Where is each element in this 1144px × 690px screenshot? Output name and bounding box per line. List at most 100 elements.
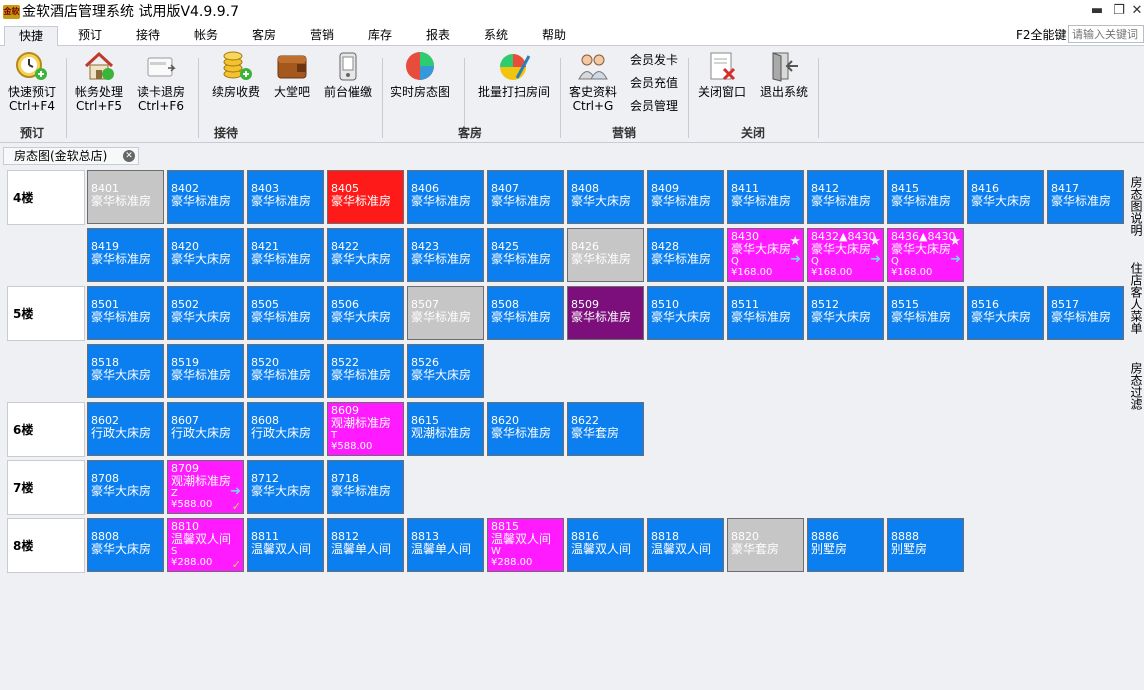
room-card[interactable]: 8811 温馨双人间 <box>247 518 324 572</box>
room-card[interactable]: 8609 观潮标准房 T ¥588.00 <box>327 402 404 456</box>
room-card[interactable]: 8420 豪华大床房 <box>167 228 244 282</box>
member-recharge-button[interactable]: 会员充值 <box>630 75 678 91</box>
room-card[interactable]: 8816 温馨双人间 <box>567 518 644 572</box>
room-card[interactable]: 8622 豪华套房 <box>567 402 644 456</box>
account-processing-button[interactable]: 帐务处理 Ctrl+F5 <box>70 50 128 113</box>
side-tab-guest-menu[interactable]: 住店客人菜单 <box>1128 262 1144 334</box>
live-room-map-button[interactable]: 实时房态图 <box>386 50 454 99</box>
tab-accounts[interactable]: 帐务 <box>180 26 232 46</box>
room-map-tab[interactable]: 房态图(金软总店) <box>3 147 139 165</box>
room-card[interactable]: 8506 豪华大床房 <box>327 286 404 340</box>
tab-reports[interactable]: 报表 <box>412 26 464 46</box>
tab-inventory[interactable]: 库存 <box>354 26 406 46</box>
room-card[interactable]: 8407 豪华标准房 <box>487 170 564 224</box>
member-manage-button[interactable]: 会员管理 <box>630 98 678 114</box>
side-tab-filter[interactable]: 房态过滤 <box>1128 362 1144 410</box>
room-card[interactable]: 8510 豪华大床房 <box>647 286 724 340</box>
room-card[interactable]: 8812 温馨单人间 <box>327 518 404 572</box>
room-card[interactable]: 8511 豪华标准房 <box>727 286 804 340</box>
room-card[interactable]: 8712 豪华大床房 <box>247 460 324 514</box>
room-card[interactable]: 8818 温馨双人间 <box>647 518 724 572</box>
room-card[interactable]: 8516 豪华大床房 <box>967 286 1044 340</box>
close-panel-button[interactable]: 关闭窗口 <box>694 50 750 99</box>
room-card[interactable]: 8421 豪华标准房 <box>247 228 324 282</box>
quick-booking-button[interactable]: 快速预订 Ctrl+F4 <box>4 50 60 113</box>
room-card[interactable]: 8409 豪华标准房 <box>647 170 724 224</box>
room-card[interactable]: 8522 豪华标准房 <box>327 344 404 398</box>
room-card[interactable]: 8411 豪华标准房 <box>727 170 804 224</box>
tab-marketing[interactable]: 营销 <box>296 26 348 46</box>
room-card[interactable]: 8708 豪华大床房 <box>87 460 164 514</box>
tab-system[interactable]: 系统 <box>470 26 522 46</box>
room-card[interactable]: 8519 豪华标准房 <box>167 344 244 398</box>
room-card[interactable]: 8403 豪华标准房 <box>247 170 324 224</box>
tab-booking[interactable]: 预订 <box>64 26 116 46</box>
member-card-button[interactable]: 会员发卡 <box>630 52 678 68</box>
room-card[interactable]: 8808 豪华大床房 <box>87 518 164 572</box>
front-desk-collect-button[interactable]: 前台催缴 <box>320 50 376 99</box>
room-card[interactable]: 8426 豪华标准房 <box>567 228 644 282</box>
room-card[interactable]: 8509 豪华标准房 <box>567 286 644 340</box>
room-card[interactable]: 8512 豪华大床房 <box>807 286 884 340</box>
room-card[interactable]: 8888 别墅房 <box>887 518 964 572</box>
room-card[interactable]: 8810 温馨双人间 S ¥288.00 ✓ <box>167 518 244 572</box>
room-type: 豪华大床房 <box>331 252 392 266</box>
room-card[interactable]: 8423 豪华标准房 <box>407 228 484 282</box>
room-card[interactable]: 8430 豪华大床房 Q ¥168.00 ★ ➜ <box>727 228 804 282</box>
room-card[interactable]: 8412 豪华标准房 <box>807 170 884 224</box>
floor-label: 7楼 <box>7 460 85 515</box>
room-card[interactable]: 8415 豪华标准房 <box>887 170 964 224</box>
room-card[interactable]: 8886 别墅房 <box>807 518 884 572</box>
card-checkout-button[interactable]: 读卡退房 Ctrl+F6 <box>132 50 190 113</box>
restore-button[interactable]: ❐ <box>1110 3 1128 19</box>
room-card[interactable]: 8406 豪华标准房 <box>407 170 484 224</box>
room-card[interactable]: 8608 行政大床房 <box>247 402 324 456</box>
search-input[interactable] <box>1068 25 1144 43</box>
side-tab-legend[interactable]: 房态图说明 <box>1128 176 1144 236</box>
tab-rooms[interactable]: 客房 <box>238 26 290 46</box>
room-card[interactable]: 8417 豪华标准房 <box>1047 170 1124 224</box>
room-card[interactable]: 8508 豪华标准房 <box>487 286 564 340</box>
room-card[interactable]: 8425 豪华标准房 <box>487 228 564 282</box>
room-card[interactable]: 8515 豪华标准房 <box>887 286 964 340</box>
room-card[interactable]: 8432▲8430 豪华大床房 Q ¥168.00 ★ ➜ <box>807 228 884 282</box>
room-card[interactable]: 8401 豪华标准房 <box>87 170 164 224</box>
room-card[interactable]: 8428 豪华标准房 <box>647 228 724 282</box>
room-card[interactable]: 8505 豪华标准房 <box>247 286 324 340</box>
room-card[interactable]: 8607 行政大床房 <box>167 402 244 456</box>
room-card[interactable]: 8501 豪华标准房 <box>87 286 164 340</box>
room-card[interactable]: 8709 观潮标准房 Z ¥588.00 ➜ ✓ <box>167 460 244 514</box>
room-card[interactable]: 8813 温馨单人间 <box>407 518 484 572</box>
tab-quick[interactable]: 快捷 <box>4 26 58 46</box>
room-card[interactable]: 8620 豪华标准房 <box>487 402 564 456</box>
tab-help[interactable]: 帮助 <box>528 26 580 46</box>
close-window-button[interactable]: ✕ <box>1128 3 1144 19</box>
room-card[interactable]: 8436▲8430 豪华大床房 Q ¥168.00 ★ ➜ <box>887 228 964 282</box>
lobby-bar-button[interactable]: 大堂吧 <box>270 50 314 99</box>
room-card[interactable]: 8602 行政大床房 <box>87 402 164 456</box>
room-card[interactable]: 8520 豪华标准房 <box>247 344 324 398</box>
batch-clean-button[interactable]: 批量打扫房间 <box>474 50 554 99</box>
room-card[interactable]: 8416 豪华大床房 <box>967 170 1044 224</box>
tab-close-icon[interactable]: ✕ <box>123 150 135 162</box>
guest-history-button[interactable]: 客史资料 Ctrl+G <box>564 50 622 113</box>
room-card[interactable]: 8502 豪华大床房 <box>167 286 244 340</box>
room-card[interactable]: 8422 豪华大床房 <box>327 228 404 282</box>
room-card[interactable]: 8820 豪华套房 <box>727 518 804 572</box>
account-processing-shortcut: Ctrl+F5 <box>76 99 122 113</box>
room-card[interactable]: 8419 豪华标准房 <box>87 228 164 282</box>
room-card[interactable]: 8815 温馨双人间 W ¥288.00 <box>487 518 564 572</box>
room-card[interactable]: 8405 豪华标准房 <box>327 170 404 224</box>
room-card[interactable]: 8517 豪华标准房 <box>1047 286 1124 340</box>
exit-system-button[interactable]: 退出系统 <box>756 50 812 99</box>
room-card[interactable]: 8615 观潮标准房 <box>407 402 484 456</box>
tab-reception[interactable]: 接待 <box>122 26 174 46</box>
room-card[interactable]: 8408 豪华大床房 <box>567 170 644 224</box>
room-card[interactable]: 8526 豪华大床房 <box>407 344 484 398</box>
minimize-button[interactable]: ▬ <box>1088 3 1106 19</box>
room-card[interactable]: 8518 豪华大床房 <box>87 344 164 398</box>
renew-payment-button[interactable]: 续房收费 <box>206 50 266 99</box>
room-card[interactable]: 8402 豪华标准房 <box>167 170 244 224</box>
room-card[interactable]: 8507 豪华标准房 <box>407 286 484 340</box>
room-card[interactable]: 8718 豪华标准房 <box>327 460 404 514</box>
